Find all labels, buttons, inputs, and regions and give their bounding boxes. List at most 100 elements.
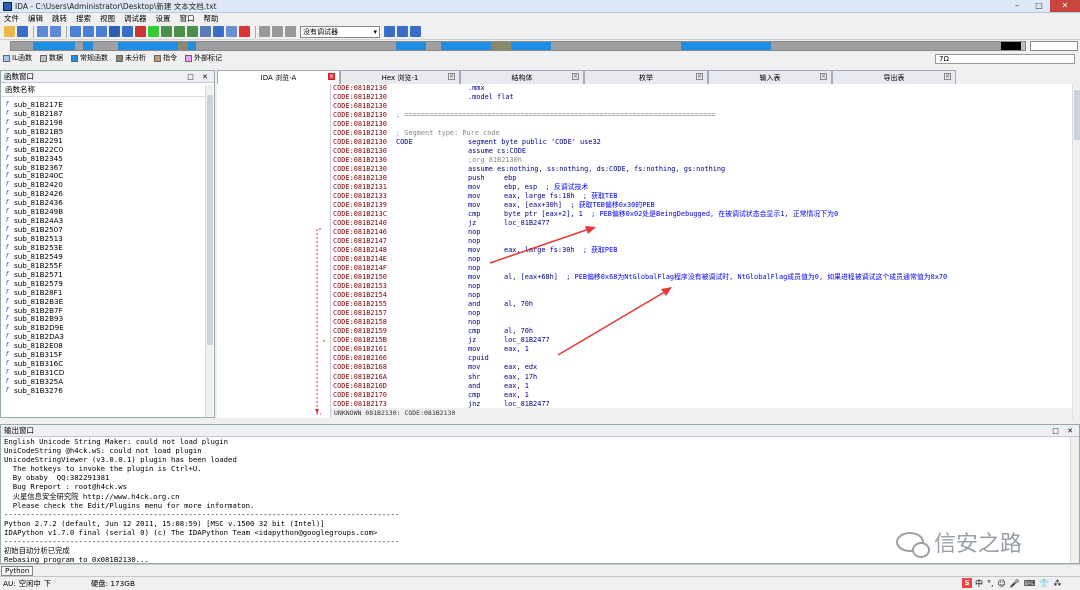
code-line[interactable]: CODE:081B2170 cmp eax, 1 — [331, 391, 1072, 400]
function-list-item[interactable]: f sub_81B2549 — [3, 252, 203, 261]
tab-enums[interactable]: 枚举 × — [584, 70, 708, 84]
close-icon[interactable]: × — [944, 73, 951, 80]
tab-exports[interactable]: 导出表 × — [832, 70, 956, 84]
function-list-item[interactable]: f sub_81B255F — [3, 261, 203, 270]
save-icon[interactable] — [17, 26, 28, 37]
code-line[interactable]: CODE:081B2166 cpuid — [331, 354, 1072, 363]
function-list-item[interactable]: f sub_81B2291 — [3, 136, 203, 145]
functions-scrollbar[interactable] — [205, 85, 213, 417]
nav-band-segment[interactable] — [1001, 42, 1021, 50]
xref-icon[interactable] — [187, 26, 198, 37]
pause-icon[interactable] — [272, 26, 283, 37]
code-line[interactable]: CODE:081B2130 — [331, 120, 1072, 129]
menu-jump[interactable]: 跳转 — [52, 13, 67, 24]
menu-debugger[interactable]: 调试器 — [124, 13, 147, 24]
panel-controls[interactable]: □ ✕ — [1052, 427, 1076, 435]
back-arrow-icon[interactable] — [37, 26, 48, 37]
cross-icon[interactable] — [239, 26, 250, 37]
code-line[interactable]: CODE:081B2130 .mmx — [331, 84, 1072, 93]
stop-icon[interactable] — [285, 26, 296, 37]
code-line[interactable]: CODE:081B2157 nop — [331, 309, 1072, 318]
list-icon[interactable] — [226, 26, 237, 37]
function-list-item[interactable]: f sub_81B249B — [3, 207, 203, 216]
code-line[interactable]: CODE:081B2130 push ebp — [331, 174, 1072, 183]
menu-windows[interactable]: 窗口 — [180, 13, 195, 24]
nav-band-segment[interactable] — [178, 42, 188, 50]
ime-skin-icon[interactable]: 👕 — [1039, 579, 1049, 588]
close-icon[interactable]: × — [448, 73, 455, 80]
close-button[interactable]: ✕ — [1050, 0, 1080, 12]
tab-imports[interactable]: 输入表 × — [708, 70, 832, 84]
flow-chart-icon[interactable] — [174, 26, 185, 37]
code-line[interactable]: CODE:081B2130 assume cs:CODE — [331, 147, 1072, 156]
function-list-item[interactable]: f sub_81B2B7F — [3, 306, 203, 315]
code-line[interactable]: CODE:081B216D and eax, 1 — [331, 382, 1072, 391]
code-line[interactable]: CODE:081B2131 mov ebp, esp ; 反调试技术 — [331, 183, 1072, 192]
code-line[interactable]: CODE:081B2147 nop — [331, 237, 1072, 246]
panel-controls[interactable]: □ ✕ — [187, 73, 211, 81]
function-list-item[interactable]: f sub_81B2DA3 — [3, 332, 203, 341]
function-list-item[interactable]: f sub_81B2571 — [3, 270, 203, 279]
ime-microphone-icon[interactable]: 🎤 — [1010, 579, 1020, 588]
function-list-item[interactable]: f sub_81B2B93 — [3, 314, 203, 323]
code-line[interactable]: CODE:081B2155 and al, 70h — [331, 300, 1072, 309]
function-list-item[interactable]: f sub_81B2436 — [3, 198, 203, 207]
address-input[interactable]: 7Ω — [935, 54, 1075, 64]
tab-ida-view-a[interactable]: IDA 浏览-A × — [217, 70, 340, 84]
tab-structures[interactable]: 结构体 × — [460, 70, 584, 84]
function-list-item[interactable]: f sub_81B253E — [3, 243, 203, 252]
open-file-icon[interactable] — [4, 26, 15, 37]
code-line[interactable]: CODE:081B2146 nop — [331, 228, 1072, 237]
function-list-item[interactable]: f sub_81B28F1 — [3, 288, 203, 297]
menu-search[interactable]: 搜索 — [76, 13, 91, 24]
nav-band-segment[interactable] — [11, 42, 33, 50]
function-list-item[interactable]: f sub_81B240C — [3, 171, 203, 180]
code-line[interactable]: CODE:081B2130 ; =========================… — [331, 111, 1072, 120]
function-list-item[interactable]: f sub_81B2D9E — [3, 323, 203, 332]
code-line[interactable]: CODE:081B213C cmp byte ptr [eax+2], 1 ; PE… — [331, 210, 1072, 219]
nav-band-segment[interactable] — [188, 42, 196, 50]
menu-help[interactable]: 帮助 — [204, 13, 219, 24]
function-list-item[interactable]: f sub_81B2187 — [3, 109, 203, 118]
code-line[interactable]: CODE:081B2159 cmp al, 70h — [331, 327, 1072, 336]
disassembly-listing[interactable]: CODE:081B2130 .mmx CODE:081B2130 .model fla… — [331, 84, 1072, 408]
ime-punctuation-icon[interactable]: °, — [987, 579, 994, 588]
nav-band-segment[interactable] — [1021, 42, 1025, 50]
code-line[interactable]: CODE:081B2153 nop — [331, 282, 1072, 291]
function-list-item[interactable]: f sub_81B3276 — [3, 386, 203, 395]
code-line[interactable]: CODE:081B2140 jz loc_81B2477 — [331, 219, 1072, 228]
close-icon[interactable]: × — [328, 73, 335, 80]
function-list-item[interactable]: f sub_81B217E — [3, 100, 203, 109]
code-line[interactable]: CODE:081B215B jz loc_81B2477 — [331, 336, 1072, 345]
pin-icon[interactable] — [213, 26, 224, 37]
function-list-item[interactable]: f sub_81B21B5 — [3, 127, 203, 136]
down-arrow-icon[interactable] — [109, 26, 120, 37]
sogou-logo-icon[interactable]: S — [962, 578, 972, 588]
nav-band-segment[interactable] — [93, 42, 118, 50]
code-line[interactable]: CODE:081B2173 jnz loc_81B2477 — [331, 400, 1072, 408]
code-line[interactable]: CODE:081B2130 ;org 81B2130h — [331, 156, 1072, 165]
function-list-item[interactable]: f sub_81B24A3 — [3, 216, 203, 225]
function-list-item[interactable]: f sub_81B2B3E — [3, 297, 203, 306]
ime-keyboard-icon[interactable]: ⌨ — [1024, 579, 1036, 588]
nav-band-segment[interactable] — [441, 42, 491, 50]
code-line[interactable]: CODE:081B2168 mov eax, edx — [331, 363, 1072, 372]
attach-icon[interactable] — [397, 26, 408, 37]
minimize-button[interactable]: – — [1006, 0, 1028, 12]
search-icon[interactable] — [96, 26, 107, 37]
function-list-item[interactable]: f sub_81B2513 — [3, 234, 203, 243]
code-line[interactable]: CODE:081B2139 mov eax, [eax+30h] ; 获取TEB偏移… — [331, 201, 1072, 210]
close-icon[interactable]: × — [572, 73, 579, 80]
nav-band-segment[interactable] — [75, 42, 83, 50]
nav-band-segment[interactable] — [426, 42, 441, 50]
code-line[interactable]: CODE:081B2130 .model flat — [331, 93, 1072, 102]
code-line[interactable]: CODE:081B2150 mov al, [eax+68h] ; PEB偏移0x6… — [331, 273, 1072, 282]
python-button[interactable]: Python — [1, 566, 34, 576]
debugger-options-icon[interactable] — [384, 26, 395, 37]
nav-band-segment[interactable] — [33, 42, 75, 50]
binary-icon[interactable] — [70, 26, 81, 37]
text-search-icon[interactable] — [83, 26, 94, 37]
function-list-item[interactable]: f sub_81B22C0 — [3, 145, 203, 154]
function-list-item[interactable]: f sub_81B315F — [3, 350, 203, 359]
ime-emoji-icon[interactable]: ☺ — [998, 579, 1006, 588]
